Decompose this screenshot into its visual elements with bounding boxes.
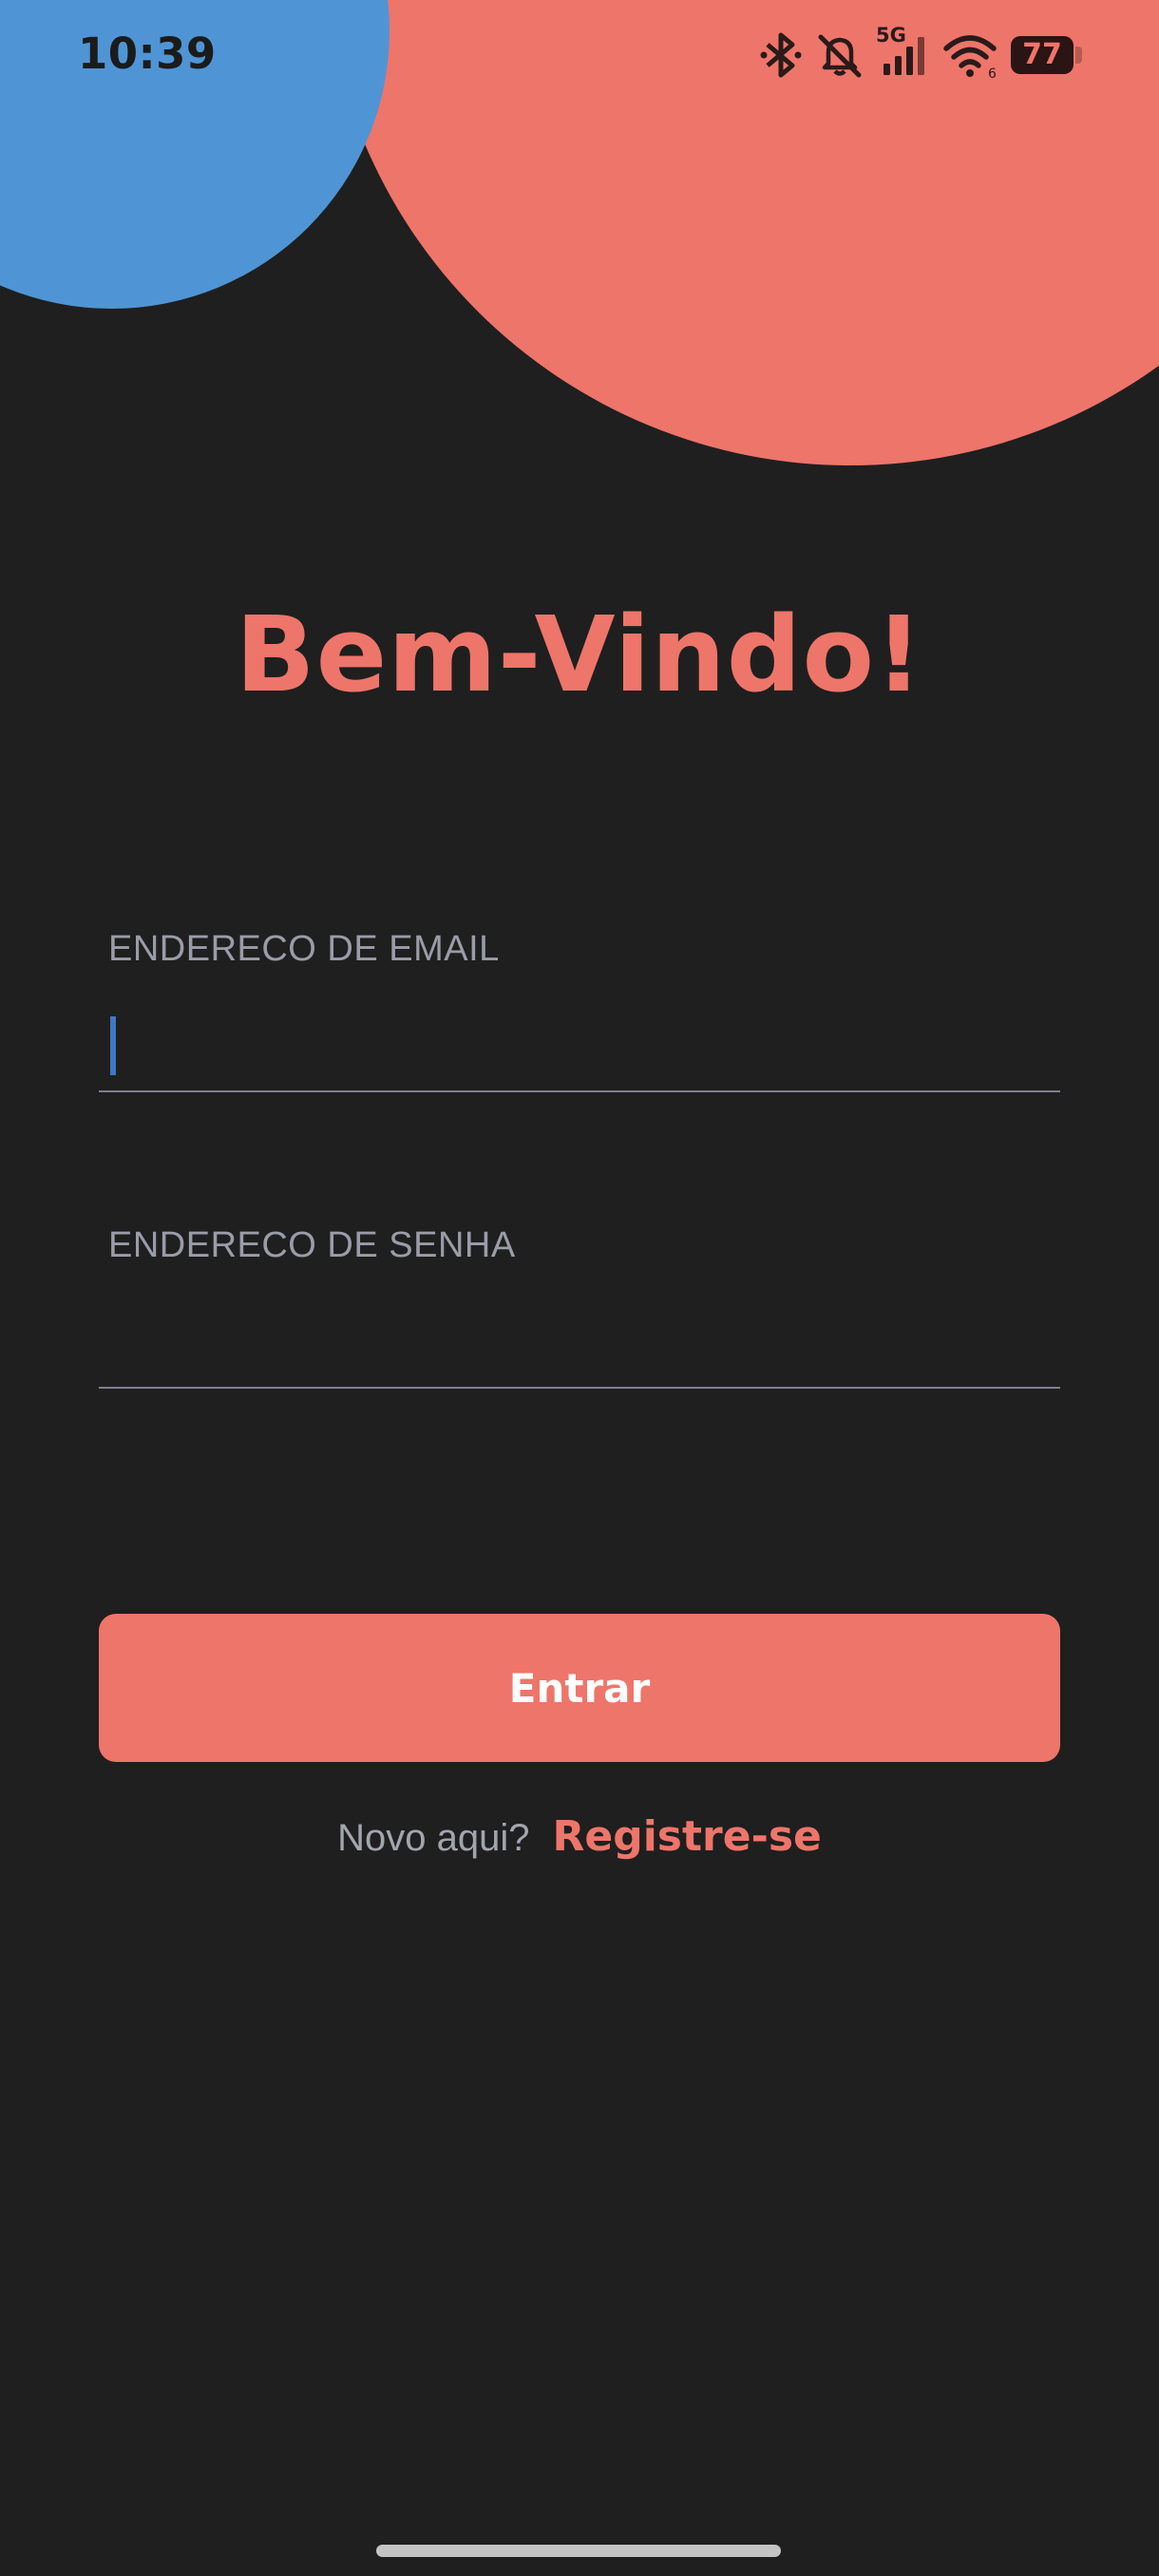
status-time: 10:39 [78,28,217,79]
welcome-title: Bem-Vindo! [235,594,924,715]
login-button[interactable]: Entrar [99,1614,1060,1762]
password-underline [99,1387,1060,1389]
text-cursor [110,1016,116,1075]
status-icons: 5G 6 77 [760,24,1083,80]
battery-tip [1075,47,1082,64]
svg-text:6: 6 [988,66,997,79]
register-prompt: Novo aqui? [337,1817,530,1859]
register-link[interactable]: Registre-se [553,1812,822,1861]
password-input[interactable] [99,1282,1064,1387]
bluetooth-icon [760,31,802,79]
cellular-signal-icon: 5G [876,24,929,79]
login-screen: 10:39 5G 6 77 Bem-Vindo! ENDERECO DE EMA… [0,0,1159,2576]
register-row: Novo aqui? Registre-se [0,1812,1159,1861]
mute-bell-icon [815,31,864,79]
email-input[interactable] [99,986,1064,1090]
email-underline [99,1090,1060,1092]
status-bar: 10:39 5G 6 77 [0,0,1159,114]
home-indicator[interactable] [376,2545,781,2557]
email-label: ENDERECO DE EMAIL [108,929,500,969]
network-type-label: 5G [876,24,906,47]
password-label: ENDERECO DE SENHA [108,1225,516,1265]
battery-level: 77 [1011,36,1074,74]
wifi-icon: 6 [942,31,998,79]
battery-icon: 77 [1011,36,1083,74]
